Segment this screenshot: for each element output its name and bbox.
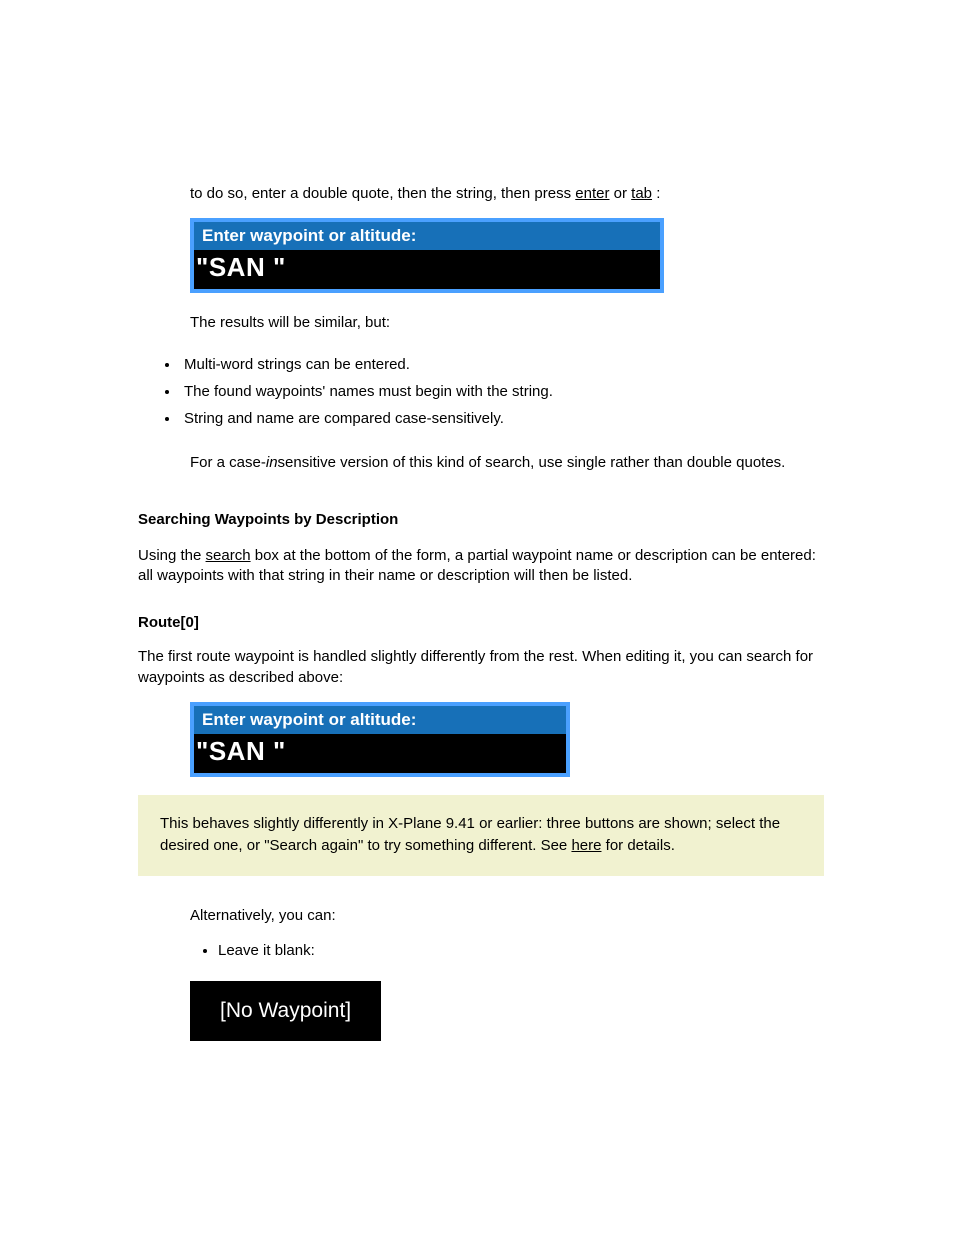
waypoint-entry-box-1: Enter waypoint or altitude: "SAN " (190, 218, 664, 293)
intro-text-2: or (614, 185, 632, 202)
results-bullet-list: Multi-word strings can be entered. The f… (180, 356, 824, 427)
intro-line: to do so, enter a double quote, then the… (190, 184, 824, 204)
tab-key-link[interactable]: tab (631, 185, 652, 202)
waypoint-entry-title: Enter waypoint or altitude: (194, 222, 660, 250)
no-waypoint-display: [No Waypoint] (190, 981, 381, 1041)
enter-key-link[interactable]: enter (575, 185, 609, 202)
alternatively-intro: Alternatively, you can: (190, 906, 824, 926)
waypoint-entry-box-2: Enter waypoint or altitude: "SAN " (190, 702, 570, 777)
list-item: Leave it blank: (218, 942, 824, 959)
list-item: Multi-word strings can be entered. (180, 356, 824, 373)
route-0-heading: Route[0] (138, 614, 824, 631)
waypoint-entry-title: Enter waypoint or altitude: (194, 706, 566, 734)
note-part2: for details. (606, 837, 675, 854)
searching-by-description-heading: Searching Waypoints by Description (138, 511, 824, 528)
list-item: String and name are compared case-sensit… (180, 410, 824, 427)
note-box: This behaves slightly differently in X-P… (138, 795, 824, 876)
results-intro: The results will be similar, but: (190, 313, 824, 333)
alternatives-bullet-list: Leave it blank: (218, 942, 824, 959)
case-insensitive-paragraph: For a case-insensitive version of this k… (190, 453, 824, 473)
para3-part1: Using the (138, 547, 206, 564)
search-description-paragraph: Using the search box at the bottom of th… (138, 546, 824, 587)
para2-part2: sensitive version of this kind of search… (278, 454, 786, 471)
search-link[interactable]: search (206, 547, 251, 564)
note-part1: This behaves slightly differently in X-P… (160, 815, 780, 855)
waypoint-entry-value[interactable]: "SAN " (194, 250, 660, 289)
page: to do so, enter a double quote, then the… (0, 0, 954, 1235)
list-item: The found waypoints' names must begin wi… (180, 383, 824, 400)
note-here-link[interactable]: here (571, 837, 601, 854)
intro-text-1: to do so, enter a double quote, then the… (190, 185, 575, 202)
route0-paragraph: The first route waypoint is handled slig… (138, 647, 824, 688)
waypoint-entry-value[interactable]: "SAN " (194, 734, 566, 773)
para2-emph: in (266, 454, 278, 471)
para2-part1: For a case- (190, 454, 266, 471)
intro-text-3: : (656, 185, 660, 202)
